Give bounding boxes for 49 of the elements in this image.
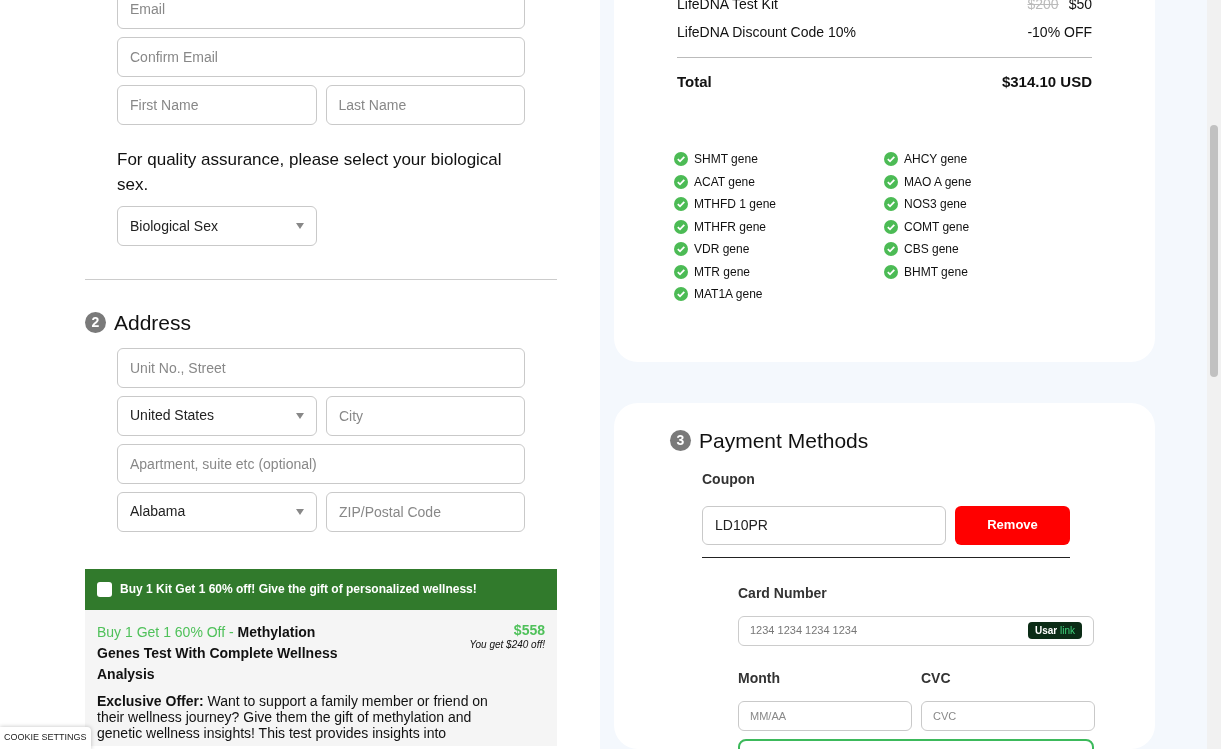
gene-name: SHMT gene	[694, 151, 758, 169]
gene-name: MTR gene	[694, 263, 751, 281]
total-label: Total	[677, 72, 712, 92]
gene-name: CBS gene	[904, 241, 959, 259]
gene-name: MTHFR gene	[694, 218, 767, 236]
step-number: 2	[85, 312, 106, 334]
gene-name: BHMT gene	[904, 263, 968, 281]
section-title: Payment Methods	[699, 428, 869, 454]
gene-name: COMT gene	[904, 218, 970, 236]
text-field[interactable]: Confirm Email	[117, 37, 525, 77]
field-label: Month	[738, 668, 781, 688]
text-field[interactable]: Apartment, suite etc (optional)	[117, 443, 525, 484]
gene-name: VDR gene	[694, 241, 750, 259]
section-title: Address	[114, 310, 192, 336]
card-number-field[interactable]: 1234 1234 1234 1234 Usar link	[738, 615, 1094, 646]
text-field[interactable]: MM/AA	[738, 700, 912, 731]
step-number: 3	[670, 430, 691, 452]
gene-name: AHCY gene	[904, 151, 968, 169]
gene-name: ACAT gene	[694, 173, 755, 191]
link-button[interactable]: Usar link	[1027, 622, 1082, 639]
banner-text: Buy 1 Kit Get 1 60% off! Give the gift of personalized wellness!	[120, 581, 477, 598]
field-label: CVC	[921, 668, 952, 688]
text-field[interactable]: Last Name	[325, 85, 525, 125]
coupon-field[interactable]: LD10PR	[702, 505, 946, 545]
instruction-text: For quality assurance, please select your biological sex.	[117, 149, 503, 196]
gene-name: MTHFD 1 gene	[694, 196, 777, 214]
text-field[interactable]: City	[326, 395, 525, 436]
savings-text: You get $240 off!	[469, 637, 545, 652]
offer-description: Exclusive Offer: Want to support a family member or friend on their wellness journey? Give them the gift of methylation and genetic wellness insights! This test provides insights into	[97, 692, 489, 741]
item-price: -10% OFF	[1027, 24, 1092, 40]
text-field[interactable]: First Name	[117, 85, 317, 125]
text-field[interactable]: Email	[117, 0, 525, 29]
offer-title: Buy 1 Get 1 60% Off - Methylation Genes Test With Complete Wellness Analysis	[97, 622, 339, 684]
item-name: LifeDNA Discount Code 10%	[677, 23, 856, 42]
cookie-settings-button[interactable]: COOKIE SETTINGS	[0, 727, 91, 749]
field-label: Coupon	[702, 469, 756, 489]
text-field[interactable]: Unit No., Street	[117, 347, 525, 388]
offer-price: $558	[512, 621, 545, 638]
gene-name: MAT1A gene	[694, 286, 763, 304]
remove-button[interactable]: Remove	[955, 505, 1070, 545]
text-field[interactable]: ZIP/Postal Code	[326, 491, 525, 532]
dropdown[interactable]: Alabama	[117, 491, 317, 532]
dropdown[interactable]: United States	[117, 395, 317, 436]
dropdown[interactable]: Biological Sex	[117, 206, 317, 246]
field-label: Card Number	[738, 583, 828, 603]
text-field[interactable]: CVC	[921, 700, 1095, 731]
total-amount: $314.10 USD	[1001, 72, 1092, 92]
gene-name: NOS3 gene	[904, 196, 967, 214]
gene-name: MAO A gene	[904, 173, 972, 191]
